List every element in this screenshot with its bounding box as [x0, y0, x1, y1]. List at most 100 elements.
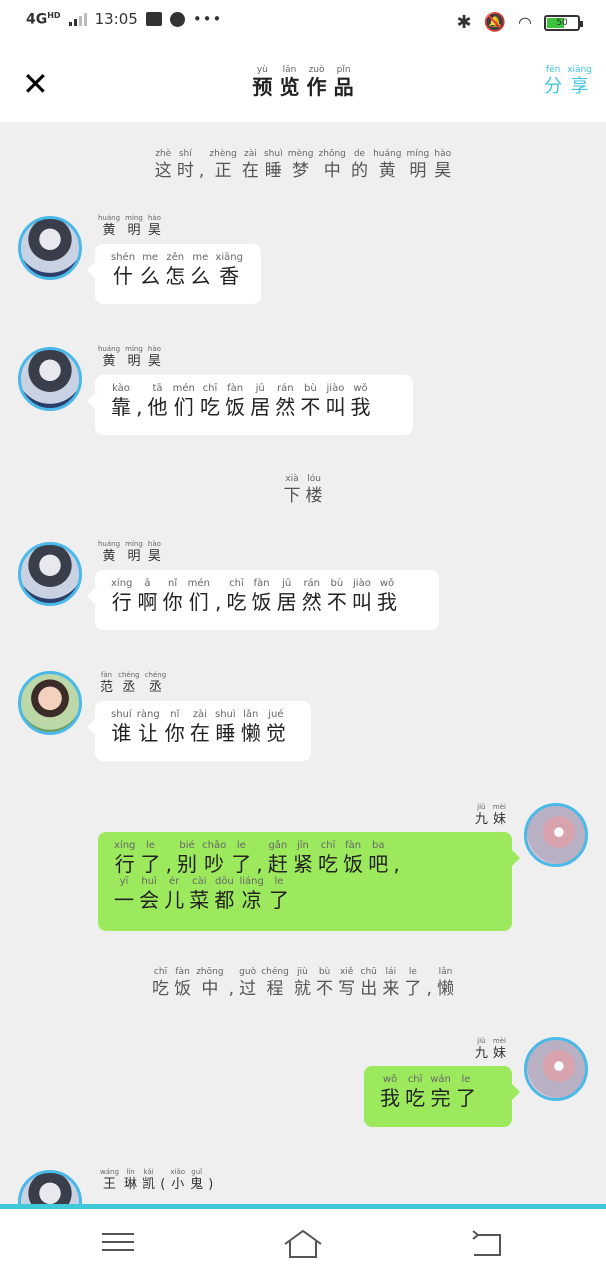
- ruby-char: wán 完: [430, 1074, 451, 1110]
- pinyin: jǐn: [297, 840, 309, 851]
- hanzi: 了: [404, 979, 422, 999]
- sender-name: wáng 王 lín 琳 kǎi 凯 ( xiǎo 小 guǐ 鬼 ): [100, 1168, 213, 1193]
- pinyin: zhōng: [318, 149, 346, 159]
- ruby-char: rán 然: [275, 383, 295, 419]
- ruby-char: lǎn 懒: [241, 709, 261, 745]
- bubble-line: yī 一 huì 会 ér 儿 cài 菜 dōu 都 liáng 凉 le 了: [114, 876, 496, 912]
- hanzi: 黄: [378, 161, 396, 181]
- chat-bubble[interactable]: wǒ 我 chī 吃 wán 完 le 了: [364, 1066, 520, 1127]
- avatar[interactable]: [18, 542, 82, 606]
- ruby-char: le 了: [140, 840, 160, 876]
- ruby-char: jiào 叫: [352, 578, 372, 614]
- avatar[interactable]: [18, 671, 82, 735]
- ruby-char: bié 别: [177, 840, 197, 876]
- pinyin: le: [461, 1074, 471, 1085]
- ruby-char: wǒ 我: [377, 578, 397, 614]
- ruby-char: jiù 就: [294, 966, 311, 1000]
- ruby-char: hào 昊: [148, 345, 161, 370]
- ruby-char: fàn 饭: [174, 966, 191, 1000]
- ruby-char: pǐn 品: [334, 64, 354, 98]
- pinyin: me: [192, 252, 209, 263]
- ruby-char: jiǔ 九: [475, 1037, 488, 1062]
- pinyin: chǎo: [202, 840, 227, 851]
- ruby-char: lái 来: [382, 966, 399, 1000]
- ruby-char: zěn 怎: [165, 252, 185, 288]
- bluetooth-icon: ✱: [456, 12, 472, 33]
- hanzi: ,: [198, 161, 205, 181]
- ruby-char: lóu 楼: [306, 473, 323, 507]
- hanzi: 懒: [240, 721, 261, 745]
- hanzi: 吃: [405, 1086, 426, 1110]
- pinyin: xià: [285, 474, 299, 484]
- hanzi: 叫: [325, 395, 346, 419]
- hanzi: 然: [275, 395, 296, 419]
- ruby-char: ,: [136, 383, 142, 419]
- hanzi: 了: [268, 888, 289, 912]
- ruby-char: me 么: [190, 252, 210, 288]
- chat-bubble[interactable]: shuí 谁 ràng 让 nǐ 你 zài 在 shuì 睡 lǎn 懒 jué 觉: [87, 701, 311, 761]
- pinyin: wǒ: [382, 1074, 398, 1085]
- pinyin: zěn: [166, 252, 185, 263]
- pinyin: bù: [318, 967, 331, 977]
- pinyin: ā: [144, 578, 151, 589]
- pinyin: guǐ: [191, 1168, 203, 1176]
- hanzi: 赶: [267, 852, 288, 876]
- avatar[interactable]: [18, 347, 82, 411]
- hanzi: ,: [256, 852, 263, 876]
- back-icon[interactable]: [468, 1227, 508, 1263]
- hanzi: 小: [171, 1177, 185, 1192]
- avatar[interactable]: [18, 216, 82, 280]
- chat-bubble[interactable]: xíng 行 ā啊 nǐ 你 mén 们 , chī 吃 fàn 饭 jū 居 rán 然 b…: [87, 570, 439, 630]
- chat-bubble[interactable]: kào 靠 , tā 他 mén 们 chī 吃 fàn 饭 jū 居 rán 然 bù 不 j…: [87, 375, 413, 435]
- bubble-line: shén 什 me 么 zěn 怎 me 么 xiāng 香: [111, 252, 245, 288]
- ruby-char: xíng 行: [114, 840, 135, 876]
- chat-bubble[interactable]: shén 什 me 么 zěn 怎 me 么 xiāng 香: [87, 244, 261, 304]
- ruby-char: liáng 凉: [239, 876, 263, 912]
- ruby-char: fàn 饭: [225, 383, 245, 419]
- ruby-char: me 么: [140, 252, 160, 288]
- home-icon[interactable]: [282, 1227, 322, 1263]
- ruby-char: jū 居: [277, 578, 297, 614]
- pinyin: hào: [147, 540, 161, 548]
- ruby-char: le 了: [404, 966, 421, 1000]
- pinyin: yī: [119, 876, 129, 887]
- menu-icon[interactable]: [98, 1227, 138, 1263]
- ruby-char: jū 居: [250, 383, 270, 419]
- ruby-char: xiāng 香: [215, 252, 243, 288]
- hanzi: 出: [360, 979, 378, 999]
- share-button[interactable]: fēn 分 xiǎng 享: [544, 64, 592, 98]
- hanzi: 行: [114, 852, 135, 876]
- pinyin: zài: [244, 149, 257, 159]
- hanzi: 紧: [292, 852, 313, 876]
- hanzi: ,: [165, 852, 172, 876]
- hanzi: 了: [455, 1086, 476, 1110]
- ruby-char: lǎn 懒: [437, 966, 454, 1000]
- pinyin: hào: [434, 149, 452, 159]
- avatar[interactable]: [524, 803, 588, 867]
- ruby-char: chī 吃: [405, 1074, 425, 1110]
- ruby-char: le 了: [231, 840, 251, 876]
- chat-bubble[interactable]: xíng 行 le 了 , bié 别 chǎo 吵 le 了 , gǎn 赶 jǐn 紧 c…: [98, 832, 520, 931]
- pinyin: [427, 966, 432, 978]
- pinyin: [256, 840, 262, 852]
- hanzi: 过: [239, 979, 257, 999]
- avatar[interactable]: [524, 1037, 588, 1101]
- pinyin: jū: [282, 578, 292, 589]
- bubble-line: shuí 谁 ràng 让 nǐ 你 zài 在 shuì 睡 lǎn 懒 jué 觉: [111, 709, 295, 745]
- hanzi: 吃: [152, 979, 169, 999]
- hanzi: 不: [300, 395, 321, 419]
- narration-text: chī 吃 fàn 饭 zhōng 中 , guò 过 chéng 程 jiù 就 bù 不 …: [0, 966, 606, 1000]
- hanzi: 我: [377, 590, 398, 614]
- hanzi: 下: [283, 486, 301, 506]
- hanzi: 琳: [124, 1177, 138, 1192]
- hanzi: ,: [393, 852, 400, 876]
- system-nav-bar: [0, 1204, 606, 1280]
- ruby-char: jué 觉: [266, 709, 286, 745]
- pinyin: dōu: [214, 876, 234, 887]
- ruby-char: mèi 妹: [493, 1037, 506, 1062]
- ruby-char: shí 时: [177, 148, 194, 182]
- pinyin: kào: [112, 383, 130, 394]
- hanzi: 写: [338, 979, 356, 999]
- ruby-char: kào 靠: [111, 383, 131, 419]
- pinyin: nǐ: [170, 709, 180, 720]
